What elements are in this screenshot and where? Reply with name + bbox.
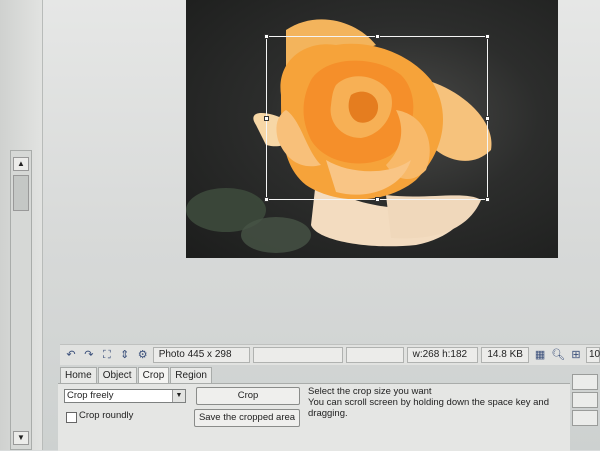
crop-handle-top[interactable] — [375, 34, 380, 39]
crop-handle-bottom-right[interactable] — [485, 197, 490, 202]
crop-handle-left[interactable] — [264, 116, 269, 121]
vertical-scrollbar[interactable]: ▲ ▼ — [10, 150, 32, 450]
dropdown-arrow-icon[interactable]: ▼ — [172, 390, 185, 402]
tab-region[interactable]: Region — [170, 367, 212, 383]
status-field-empty-1 — [253, 347, 343, 363]
tab-crop[interactable]: Crop — [137, 367, 170, 383]
zoom-icon[interactable]: 🔍︎ — [551, 348, 565, 362]
crop-handle-top-right[interactable] — [485, 34, 490, 39]
crop-roundly-checkbox[interactable] — [66, 412, 77, 423]
crop-panel: Crop freely ▼ Crop roundly Crop Save the… — [58, 383, 570, 451]
selection-size: w:268 h:182 — [406, 347, 479, 363]
save-cropped-area-button[interactable]: Save the cropped area — [194, 409, 300, 427]
status-bar: ↶ ↷ ⛶ ⇕ ⚙ Photo 445 x 298 w:268 h:182 14… — [60, 344, 600, 365]
photo-info: Photo 445 x 298 — [152, 347, 251, 363]
tab-home[interactable]: Home — [60, 367, 97, 383]
crop-handle-right[interactable] — [485, 116, 490, 121]
tab-object[interactable]: Object — [97, 367, 137, 383]
crop-help-text: Select the crop size you want You can sc… — [308, 386, 549, 419]
resize-icon[interactable]: ⇕ — [118, 348, 132, 362]
crop-handle-bottom-left[interactable] — [264, 197, 269, 202]
file-size: 14.8 KB — [481, 347, 530, 363]
scroll-thumb[interactable] — [13, 175, 29, 211]
photo-canvas[interactable] — [186, 0, 558, 258]
right-control-3[interactable] — [572, 410, 598, 426]
settings-icon[interactable]: ⚙ — [136, 348, 150, 362]
crop-roundly-label: Crop roundly — [79, 410, 134, 421]
left-pane: ▲ ▼ — [0, 0, 43, 450]
fit-window-icon[interactable]: ⛶ — [100, 348, 114, 362]
right-panel-controls — [570, 372, 600, 450]
grid-icon[interactable]: ▦ — [533, 348, 547, 362]
scroll-down-arrow[interactable]: ▼ — [13, 431, 29, 445]
crop-mode-value: Crop freely — [67, 390, 114, 401]
crop-handle-bottom[interactable] — [375, 197, 380, 202]
tab-bar: Home Object Crop Region — [60, 367, 213, 383]
undo-icon[interactable]: ↶ — [64, 348, 78, 362]
zoom-level: 10 — [586, 347, 600, 363]
right-control-1[interactable] — [572, 374, 598, 390]
zoom-fit-icon[interactable]: ⊞ — [569, 348, 583, 362]
right-control-2[interactable] — [572, 392, 598, 408]
crop-handle-top-left[interactable] — [264, 34, 269, 39]
screen: ▲ ▼ ↶ ↷ ⛶ ⇕ ⚙ Photo 445 x 298 w:268 h:18… — [0, 0, 600, 451]
scroll-up-arrow[interactable]: ▲ — [13, 157, 29, 171]
crop-button[interactable]: Crop — [196, 387, 300, 405]
crop-mode-dropdown[interactable]: Crop freely ▼ — [64, 389, 186, 403]
crop-selection[interactable] — [264, 34, 490, 202]
status-field-empty-2 — [345, 347, 404, 363]
redo-icon[interactable]: ↷ — [82, 348, 96, 362]
